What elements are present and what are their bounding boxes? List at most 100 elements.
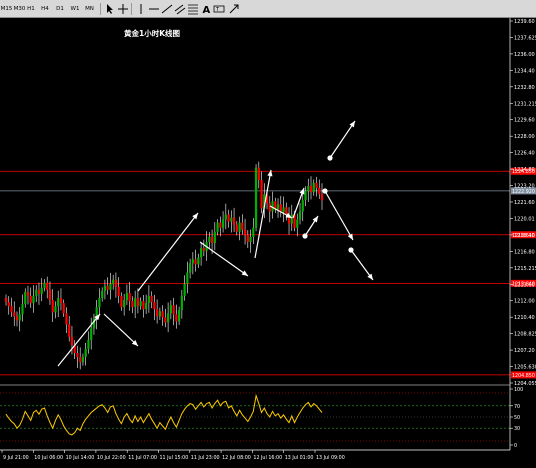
annotation-arrow-line: [324, 190, 354, 241]
bearish-candle: [161, 311, 164, 318]
bullish-candle: [183, 283, 186, 296]
bullish-candle: [134, 298, 137, 308]
svg-text:A: A: [203, 5, 211, 15]
text-label-icon[interactable]: T: [213, 3, 225, 15]
bearish-candle: [26, 291, 30, 296]
price-tick-label: 1215.215: [514, 266, 536, 272]
annotation-arrow-line: [137, 212, 199, 292]
price-tick-label: 1220.01: [514, 216, 535, 222]
bearish-candle: [59, 298, 63, 304]
bullish-candle: [252, 227, 255, 237]
chart-canvas[interactable]: 1224.8501222.9201218.6101213.8401204.850…: [0, 18, 536, 464]
oscillator-line: [5, 393, 323, 436]
bullish-candle: [147, 295, 150, 304]
bearish-candle: [210, 236, 214, 244]
bullish-candle: [32, 295, 35, 304]
timeframe-m30-button[interactable]: M30: [13, 3, 26, 15]
time-tick-label: 12 Jul 08:00: [222, 455, 251, 461]
bullish-candle: [191, 259, 194, 264]
bullish-candle: [123, 300, 126, 308]
bearish-candle: [51, 300, 54, 313]
bearish-candle: [153, 302, 156, 310]
oscillator-panel: 100 70 50 30 0: [0, 387, 523, 449]
level-price-label: 1222.920: [512, 189, 535, 195]
bullish-candle: [199, 248, 203, 258]
vertical-line-icon[interactable]: [135, 3, 147, 15]
annotation-arrowhead: [241, 270, 248, 276]
bearish-candle: [7, 302, 10, 307]
time-tick-label: 11 Jul 23:00: [191, 455, 220, 461]
bullish-candle: [230, 217, 233, 222]
bearish-candle: [194, 259, 197, 265]
oscillator-tick-label: 100: [514, 387, 523, 393]
oscillator-tick-label: 30: [514, 426, 520, 432]
time-tick-label: 10 Jul 14:00: [66, 455, 95, 461]
candlestick-layer: [4, 161, 324, 370]
price-tick-label: 1212.00: [514, 299, 535, 305]
horizontal-line-icon[interactable]: [148, 3, 160, 15]
bullish-candle: [307, 185, 310, 192]
bearish-candle: [257, 167, 260, 180]
oscillator-tick-label: 70: [514, 404, 520, 410]
price-tick-label: 1204.055: [514, 381, 536, 387]
bearish-candle: [106, 285, 109, 290]
arrow-icon[interactable]: [228, 3, 240, 15]
time-tick-label: 13 Jul 01:00: [285, 455, 314, 461]
bullish-candle: [296, 219, 299, 228]
bearish-candle: [117, 286, 120, 296]
bullish-candle: [290, 214, 293, 224]
timeframe-mn-button[interactable]: MN: [83, 3, 96, 15]
channel-icon[interactable]: [174, 3, 186, 15]
bearish-candle: [10, 306, 13, 313]
level-price-label: 1204.850: [512, 373, 535, 379]
cursor-icon[interactable]: [104, 3, 116, 15]
bullish-candle: [169, 305, 172, 314]
fibonacci-icon[interactable]: [187, 3, 199, 15]
trendline-icon[interactable]: [161, 3, 173, 15]
bullish-candle: [189, 263, 192, 273]
bullish-candle: [35, 289, 38, 296]
price-tick-label: 1229.60: [514, 118, 535, 124]
bullish-candle: [101, 290, 104, 299]
price-tick-label: 1208.825: [514, 332, 536, 338]
bearish-candle: [227, 214, 230, 222]
bearish-candle: [150, 295, 153, 303]
timeframe-d1-button[interactable]: D1: [55, 3, 65, 15]
bullish-candle: [40, 287, 43, 294]
bullish-candle: [98, 298, 101, 308]
bullish-candle: [249, 236, 252, 242]
price-chart-area[interactable]: 1224.850 1222.920 1218.610 1213.840 1204.850…: [0, 18, 536, 464]
bullish-candle: [103, 285, 107, 291]
bearish-candle: [15, 316, 19, 321]
bullish-candle: [224, 214, 227, 220]
bullish-candle: [21, 304, 24, 315]
time-tick-label: 10 Jul 22:00: [97, 455, 126, 461]
crosshair-icon[interactable]: [117, 3, 129, 15]
bearish-candle: [232, 217, 236, 225]
price-tick-label: 1221.60: [514, 200, 535, 206]
text-icon[interactable]: A: [200, 3, 212, 15]
bullish-candle: [304, 191, 307, 201]
bearish-candle: [120, 295, 123, 308]
bullish-candle: [54, 306, 57, 313]
timeframe-m15-button[interactable]: M15: [0, 3, 13, 15]
time-tick-label: 11 Jul 15:00: [160, 455, 189, 461]
price-tick-label: 1218.40: [514, 233, 535, 239]
bullish-candle: [197, 257, 200, 265]
bullish-candle: [158, 311, 161, 317]
bearish-candle: [68, 324, 71, 337]
chart-toolbar: M15 M30 H1 H4 D1 W1 MN A T: [0, 0, 536, 18]
bearish-candle: [128, 292, 131, 302]
timeframe-h1-button[interactable]: H1: [26, 3, 36, 15]
price-tick-label: 1216.80: [514, 249, 535, 255]
time-tick-label: 9 Jul 21:00: [3, 455, 29, 461]
bullish-candle: [139, 301, 142, 307]
bullish-candle: [81, 357, 85, 363]
bearish-candle: [46, 282, 49, 290]
bullish-candle: [18, 314, 21, 321]
bullish-candle: [112, 279, 115, 284]
oscillator-tick-label: 0: [514, 443, 517, 449]
bearish-candle: [79, 357, 82, 363]
timeframe-h4-button[interactable]: H4: [40, 3, 50, 15]
timeframe-w1-button[interactable]: W1: [69, 3, 81, 15]
